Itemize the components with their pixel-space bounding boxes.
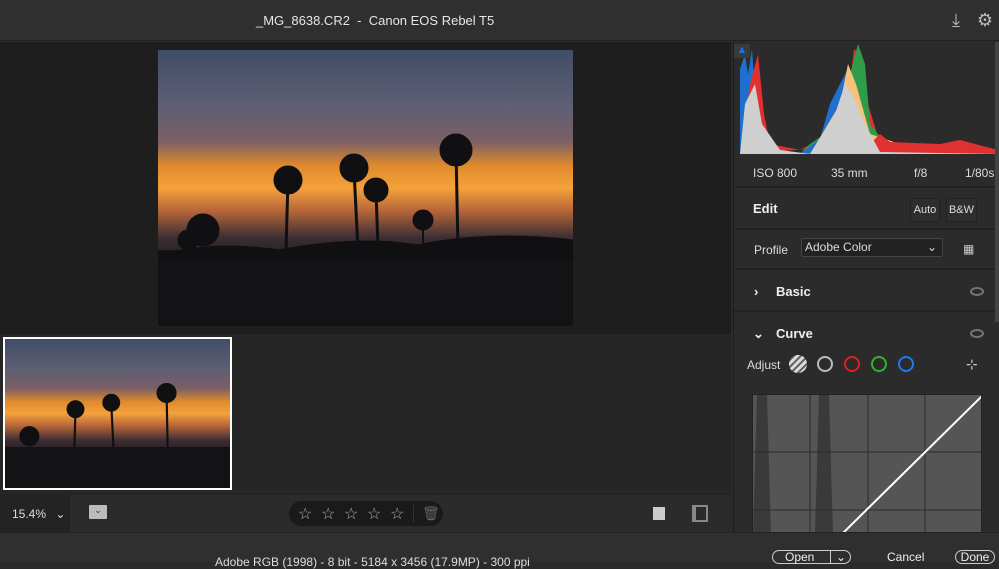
- file-title: _MG_8638.CR2 - Canon EOS Rebel T5: [256, 13, 495, 28]
- image-canvas[interactable]: [0, 42, 731, 334]
- shadow-clipping-icon[interactable]: ▲: [734, 44, 750, 58]
- star-rating: ☆ ☆ ☆ ☆ ☆ 🗑: [289, 501, 443, 526]
- title-bar: _MG_8638.CR2 - Canon EOS Rebel T5 ⤓ ⚙: [0, 0, 999, 41]
- status-bar: Adobe RGB (1998) - 8 bit - 5184 x 3456 (…: [0, 532, 999, 569]
- chevron-down-icon[interactable]: ⌄: [753, 326, 764, 342]
- basic-section[interactable]: › Basic: [734, 268, 998, 310]
- chevron-down-icon: ⌄: [55, 507, 66, 521]
- tone-curve[interactable]: [752, 394, 982, 534]
- auto-button[interactable]: Auto: [910, 198, 940, 222]
- profile-browser-icon[interactable]: ▦: [963, 242, 974, 256]
- histogram-graph: [740, 44, 998, 154]
- point-curve-white-icon[interactable]: [817, 356, 833, 372]
- filmstrip: [0, 334, 731, 494]
- point-curve-red-icon[interactable]: [844, 356, 860, 372]
- adjust-label: Adjust: [747, 358, 781, 372]
- edit-panel: ▲ ISO 800 35 mm f/8 1/80s Edit Auto B&W …: [733, 42, 999, 534]
- star-5[interactable]: ☆: [390, 504, 413, 524]
- star-3[interactable]: ☆: [344, 504, 367, 524]
- gear-icon[interactable]: ⚙: [975, 10, 995, 30]
- star-1[interactable]: ☆: [298, 504, 321, 524]
- chevron-down-icon[interactable]: ⌄: [830, 551, 846, 563]
- palm-silhouettes: [158, 133, 573, 326]
- exif-aperture: f/8: [914, 166, 928, 180]
- parametric-curve-icon[interactable]: [789, 355, 807, 373]
- exif-focal-length: 35 mm: [831, 166, 868, 180]
- view-mode-icon[interactable]: [653, 507, 665, 520]
- targeted-adjustment-icon[interactable]: ⊹: [966, 356, 978, 373]
- image-info-link[interactable]: Adobe RGB (1998) - 8 bit - 5184 x 3456 (…: [215, 555, 530, 569]
- edit-section: Edit Auto B&W Profile Adobe Color ⌄ ▦: [734, 186, 998, 268]
- chevron-right-icon: ›: [754, 284, 759, 299]
- exif-shutter: 1/80s: [965, 166, 995, 180]
- star-2[interactable]: ☆: [321, 504, 344, 524]
- thumbnail[interactable]: [3, 337, 232, 490]
- profile-value: Adobe Color: [805, 240, 872, 254]
- filmstrip-toggle-icon[interactable]: ⌄: [89, 505, 107, 519]
- photo-preview: [158, 50, 573, 326]
- curve-title: Curve: [776, 326, 813, 341]
- basic-title: Basic: [776, 284, 811, 299]
- point-curve-green-icon[interactable]: [871, 356, 887, 372]
- point-curve-blue-icon[interactable]: [898, 356, 914, 372]
- zoom-select[interactable]: 15.4% ⌄: [0, 495, 70, 533]
- histogram: ▲: [734, 44, 998, 154]
- trash-icon[interactable]: 🗑: [413, 505, 440, 522]
- thumbnail-silhouettes: [5, 382, 230, 488]
- star-4[interactable]: ☆: [367, 504, 390, 524]
- profile-select[interactable]: Adobe Color ⌄: [801, 238, 943, 257]
- chevron-down-icon: ⌄: [926, 240, 937, 254]
- edit-title: Edit: [753, 201, 778, 216]
- eye-icon[interactable]: [970, 287, 984, 296]
- eye-icon[interactable]: [970, 329, 984, 338]
- bottom-toolbar: 15.4% ⌄ ⌄ ☆ ☆ ☆ ☆ ☆ 🗑: [0, 494, 731, 533]
- bw-button[interactable]: B&W: [946, 198, 977, 222]
- profile-label: Profile: [754, 243, 789, 257]
- save-icon[interactable]: ⤓: [946, 10, 966, 30]
- panel-scrollbar[interactable]: [995, 42, 999, 322]
- before-after-icon[interactable]: [692, 505, 708, 522]
- curve-graph: [753, 395, 981, 533]
- zoom-value: 15.4%: [12, 507, 47, 521]
- exif-iso: ISO 800: [753, 166, 798, 180]
